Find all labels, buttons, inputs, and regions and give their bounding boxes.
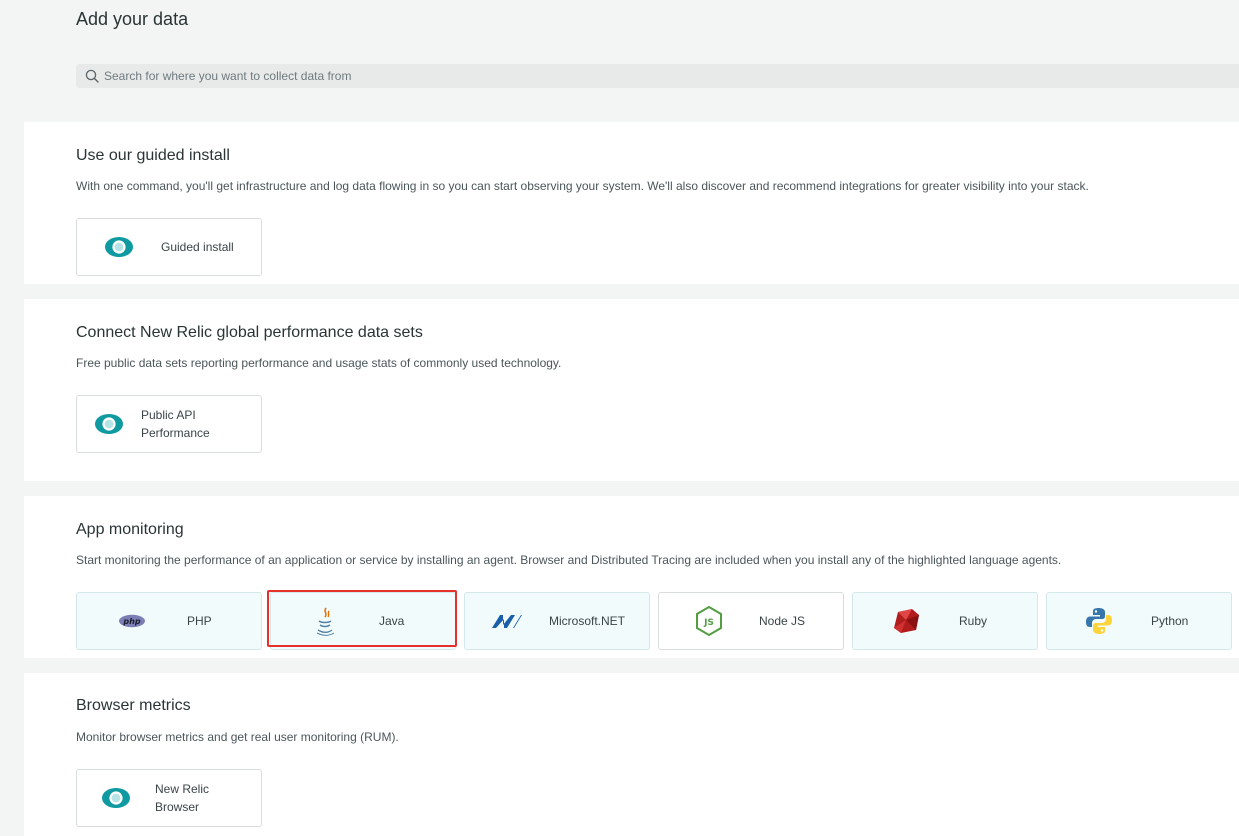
- section-title: App monitoring: [76, 521, 184, 538]
- performance-data-sets-section: Connect New Relic global performance dat…: [24, 299, 1239, 481]
- section-title: Connect New Relic global performance dat…: [76, 324, 423, 341]
- python-icon: [1047, 607, 1151, 635]
- new-relic-eye-icon: [77, 413, 141, 435]
- nodejs-agent-tile[interactable]: JS Node JS: [658, 592, 844, 650]
- app-monitoring-section: App monitoring Start monitoring the perf…: [24, 496, 1239, 658]
- section-description: Free public data sets reporting performa…: [76, 356, 562, 370]
- page-title: Add your data: [76, 9, 189, 29]
- public-api-performance-tile[interactable]: Public API Performance: [76, 395, 262, 453]
- new-relic-eye-icon: [77, 787, 155, 809]
- php-agent-tile[interactable]: php PHP: [76, 592, 262, 650]
- nodejs-icon: JS: [659, 606, 759, 636]
- tile-label: New Relic Browser: [155, 780, 209, 816]
- section-description: Monitor browser metrics and get real use…: [76, 730, 399, 744]
- svg-text:php: php: [122, 617, 140, 626]
- guided-install-tile[interactable]: Guided install: [76, 218, 262, 276]
- java-agent-tile[interactable]: Java: [270, 592, 456, 650]
- search-icon: [85, 69, 99, 83]
- search-bar[interactable]: [76, 64, 1239, 88]
- tile-label: Python: [1151, 614, 1189, 628]
- dotnet-icon: [465, 613, 549, 629]
- browser-metrics-section: Browser metrics Monitor browser metrics …: [24, 673, 1239, 836]
- section-title: Use our guided install: [76, 147, 230, 164]
- ruby-icon: [853, 608, 959, 634]
- section-description: With one command, you'll get infrastruct…: [76, 179, 1089, 193]
- add-data-page: Add your data Use our guided install Wit…: [0, 0, 1239, 836]
- tile-label: Node JS: [759, 614, 806, 628]
- svg-text:JS: JS: [703, 618, 714, 628]
- tile-label-line1: New Relic: [155, 782, 210, 796]
- tile-label: Guided install: [161, 240, 234, 254]
- new-relic-browser-tile[interactable]: New Relic Browser: [76, 769, 262, 827]
- tile-label-line2: Browser: [155, 800, 200, 814]
- tile-label: Public API Performance: [141, 406, 210, 442]
- search-input[interactable]: [104, 66, 1004, 86]
- section-title: Browser metrics: [76, 697, 191, 714]
- tile-label-line1: Public API: [141, 408, 196, 422]
- tile-label: Microsoft.NET: [549, 614, 626, 628]
- tile-label: PHP: [187, 614, 212, 628]
- python-agent-tile[interactable]: Python: [1046, 592, 1232, 650]
- java-icon: [271, 606, 379, 636]
- php-icon: php: [77, 614, 187, 628]
- ruby-agent-tile[interactable]: Ruby: [852, 592, 1038, 650]
- guided-install-section: Use our guided install With one command,…: [24, 122, 1239, 284]
- tile-label: Ruby: [959, 614, 988, 628]
- section-description: Start monitoring the performance of an a…: [76, 553, 1062, 567]
- dotnet-agent-tile[interactable]: Microsoft.NET: [464, 592, 650, 650]
- new-relic-eye-icon: [77, 236, 161, 258]
- tile-label: Java: [379, 614, 405, 628]
- tile-label-line2: Performance: [141, 426, 210, 440]
